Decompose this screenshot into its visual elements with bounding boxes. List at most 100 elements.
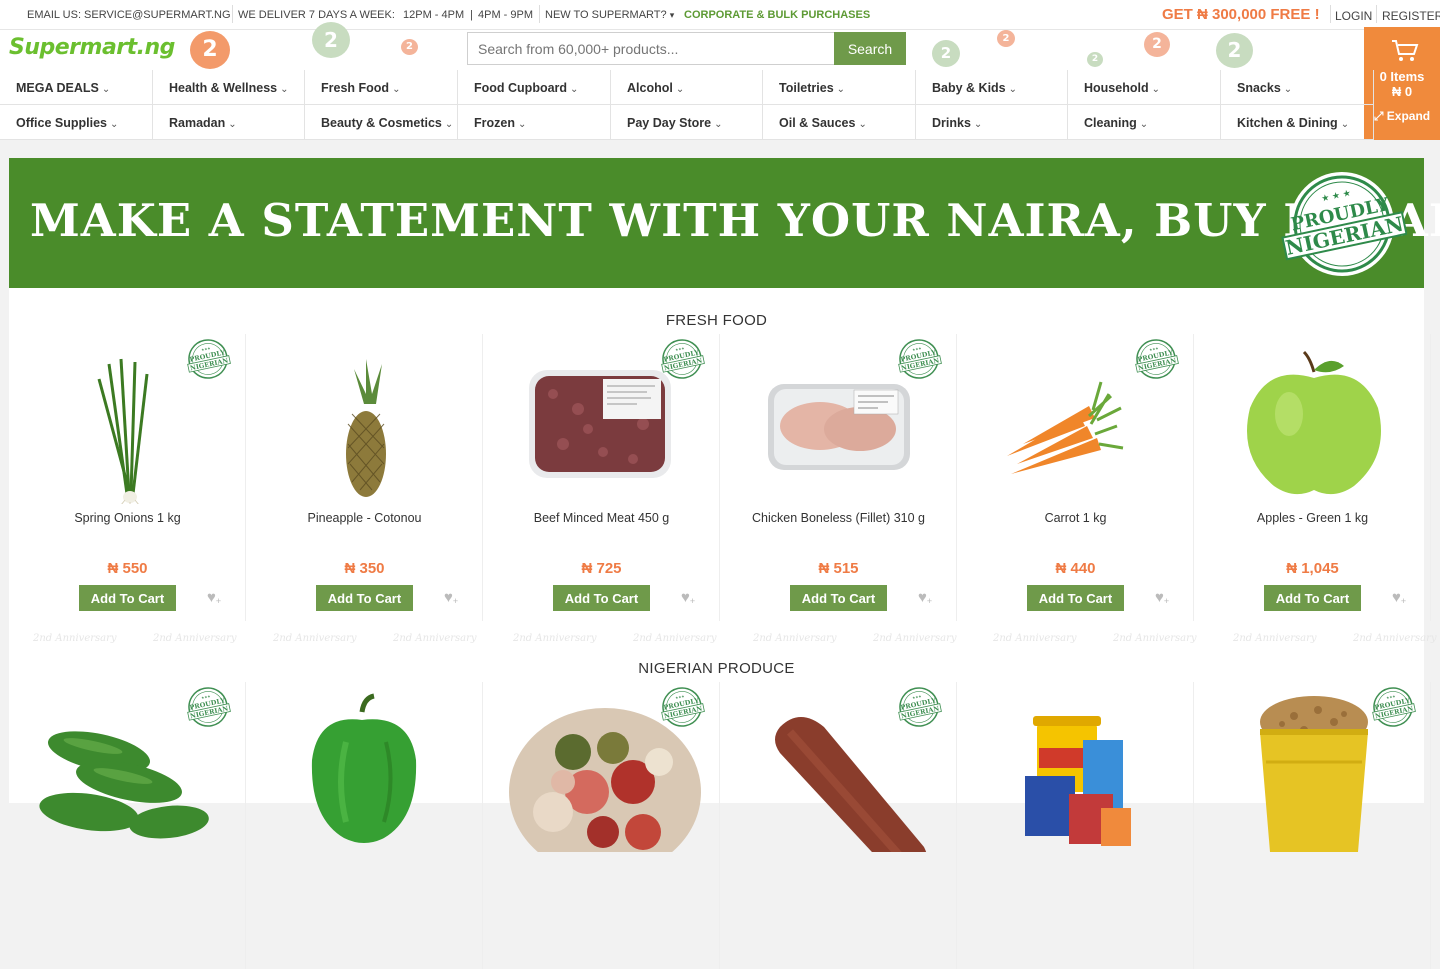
divider: [1330, 5, 1331, 23]
balloon-icon: 2: [190, 31, 230, 69]
nav-item-label: Cleaning: [1084, 116, 1137, 130]
nav-item-health-wellness[interactable]: Health & Wellness ⌄: [153, 70, 305, 105]
product-price: ₦ 440: [1055, 560, 1096, 577]
nav-item-label: Pay Day Store: [627, 116, 712, 130]
chevron-down-icon: ⌄: [392, 84, 401, 95]
heart-icon: ♥: [207, 589, 216, 606]
nav-item-oil-sauces[interactable]: Oil & Sauces ⌄: [763, 105, 916, 140]
product-card[interactable]: ★★★ PROUDLY NIGERIAN Beef Minced Meat 450 g…: [483, 334, 720, 621]
nav-item-beauty-cosmetics[interactable]: Beauty & Cosmetics ⌄: [305, 105, 458, 140]
product-card[interactable]: ★★★ PROUDLY NIGERIAN: [9, 682, 246, 969]
product-card[interactable]: Pineapple - Cotonou ₦ 350 Add To Cart ♥+: [246, 334, 483, 621]
balloon-icon: 2: [1087, 52, 1103, 67]
product-price: ₦ 725: [581, 560, 622, 577]
wishlist-heart-icon[interactable]: ♥+: [918, 589, 938, 606]
add-to-cart-button[interactable]: Add To Cart: [1264, 585, 1361, 611]
chevron-down-icon: ⌄: [101, 84, 111, 95]
wishlist-heart-icon[interactable]: ♥+: [444, 589, 464, 606]
product-card[interactable]: ★★★ PROUDLY NIGERIAN: [483, 682, 720, 969]
product-price: ₦ 1,045: [1286, 560, 1339, 577]
product-card[interactable]: ★★★ PROUDLY NIGERIAN Spring Onions 1 kg ₦ 55…: [9, 334, 246, 621]
add-to-cart-button[interactable]: Add To Cart: [316, 585, 413, 611]
wishlist-heart-icon[interactable]: ♥+: [1155, 589, 1175, 606]
anniversary-watermark: 2nd Anniversary: [153, 633, 237, 644]
product-card[interactable]: [957, 682, 1194, 969]
chevron-down-icon: ⌄: [858, 119, 867, 130]
product-name[interactable]: Beef Minced Meat 450 g: [483, 511, 720, 525]
delivery-slot-2: 4PM - 9PM: [478, 9, 534, 21]
wishlist-heart-icon[interactable]: ♥+: [681, 589, 701, 606]
wishlist-heart-icon[interactable]: ♥+: [207, 589, 227, 606]
product-name[interactable]: Carrot 1 kg: [957, 511, 1194, 525]
wishlist-heart-icon[interactable]: ♥+: [1392, 589, 1412, 606]
proudly-nigerian-badge: ★★★ PROUDLY NIGERIAN: [896, 686, 942, 728]
nav-item-office-supplies[interactable]: Office Supplies ⌄: [0, 105, 153, 140]
product-card[interactable]: [246, 682, 483, 969]
cart-expand-button[interactable]: ⤢ Expand: [1364, 109, 1440, 124]
nav-item-cleaning[interactable]: Cleaning ⌄: [1068, 105, 1221, 140]
nav-item-snacks[interactable]: Snacks ⌄: [1221, 70, 1374, 105]
product-card[interactable]: Apples - Green 1 kg ₦ 1,045 Add To Cart ♥+: [1194, 334, 1431, 621]
chevron-down-icon: ⌄: [973, 119, 983, 130]
new-to-supermart-link[interactable]: NEW TO SUPERMART? ▾: [545, 9, 674, 21]
promo-banner[interactable]: MAKE A STATEMENT WITH YOUR NAIRA, BUY LO…: [9, 158, 1440, 288]
search-button[interactable]: Search: [834, 32, 906, 65]
nav-item-mega-deals[interactable]: MEGA DEALS ⌄: [0, 70, 153, 105]
nav-item-label: Oil & Sauces: [779, 116, 856, 130]
nav-item-ramadan[interactable]: Ramadan ⌄: [153, 105, 305, 140]
anniversary-watermark: 2nd Anniversary: [1353, 633, 1437, 644]
product-image[interactable]: [957, 682, 1194, 852]
product-name[interactable]: Apples - Green 1 kg: [1194, 511, 1431, 525]
heart-icon: ♥: [444, 589, 453, 606]
nav-item-label: Alcohol: [627, 81, 673, 95]
register-link[interactable]: REGISTER: [1382, 9, 1440, 23]
slot-separator: |: [470, 9, 473, 21]
product-card[interactable]: ★★★ PROUDLY NIGERIAN Chicken Boneless (Fill…: [720, 334, 957, 621]
anniversary-watermark: 2nd Anniversary: [33, 633, 117, 644]
nav-item-pay-day-store[interactable]: Pay Day Store ⌄: [611, 105, 763, 140]
add-to-cart-button[interactable]: Add To Cart: [790, 585, 887, 611]
product-image[interactable]: [246, 334, 483, 504]
section-title-nigerian-produce: NIGERIAN PRODUCE: [638, 660, 795, 677]
nav-item-food-cupboard[interactable]: Food Cupboard ⌄: [458, 70, 611, 105]
chevron-down-icon: ⌄: [280, 84, 289, 95]
anniversary-watermark: 2nd Anniversary: [513, 633, 597, 644]
nav-item-baby-kids[interactable]: Baby & Kids ⌄: [916, 70, 1068, 105]
nav-item-label: Snacks: [1237, 81, 1281, 95]
login-link[interactable]: LOGIN: [1335, 9, 1372, 23]
add-to-cart-button[interactable]: Add To Cart: [79, 585, 176, 611]
search-input[interactable]: [467, 32, 835, 65]
corporate-link[interactable]: CORPORATE & BULK PURCHASES: [684, 9, 870, 21]
add-to-cart-button[interactable]: Add To Cart: [1027, 585, 1124, 611]
divider: [1376, 5, 1377, 23]
anniversary-watermark: 2nd Anniversary: [393, 633, 477, 644]
product-card[interactable]: ★★★ PROUDLY NIGERIAN: [1194, 682, 1431, 969]
product-name[interactable]: Chicken Boneless (Fillet) 310 g: [720, 511, 957, 525]
nav-item-frozen[interactable]: Frozen ⌄: [458, 105, 611, 140]
logo[interactable]: Supermart.ng: [9, 35, 175, 60]
chevron-down-icon: ⌄: [1139, 119, 1149, 130]
free-credit-promo[interactable]: GET ₦ 300,000 FREE !: [1162, 6, 1320, 23]
nav-item-kitchen-dining[interactable]: Kitchen & Dining ⌄: [1221, 105, 1374, 140]
nav-item-fresh-food[interactable]: Fresh Food ⌄: [305, 70, 458, 105]
nav-item-drinks[interactable]: Drinks ⌄: [916, 105, 1068, 140]
product-name[interactable]: Spring Onions 1 kg: [9, 511, 246, 525]
proudly-nigerian-badge: ★★★ PROUDLY NIGERIAN: [659, 338, 705, 380]
nav-item-alcohol[interactable]: Alcohol ⌄: [611, 70, 763, 105]
proudly-nigerian-badge: ★★★ PROUDLY NIGERIAN: [659, 686, 705, 728]
cart-widget[interactable]: 0 Items ₦ 0 ⤢ Expand: [1364, 27, 1440, 140]
proudly-nigerian-stamp: ★ ★ ★ PROUDLY NIGERIAN: [1281, 172, 1407, 276]
product-name[interactable]: Pineapple - Cotonou: [246, 511, 483, 525]
nav-item-toiletries[interactable]: Toiletries ⌄: [763, 70, 916, 105]
product-card[interactable]: ★★★ PROUDLY NIGERIAN: [720, 682, 957, 969]
product-image[interactable]: [1194, 334, 1431, 504]
product-price: ₦ 350: [344, 560, 385, 577]
anniversary-watermark: 2nd Anniversary: [1233, 633, 1317, 644]
nav-item-household[interactable]: Household ⌄: [1068, 70, 1221, 105]
product-card[interactable]: ★★★ PROUDLY NIGERIAN Carrot 1 kg ₦ 440 Add To…: [957, 334, 1194, 621]
heart-icon: ♥: [918, 589, 927, 606]
add-to-cart-button[interactable]: Add To Cart: [553, 585, 650, 611]
product-image[interactable]: [246, 682, 483, 852]
balloon-icon: 2: [1216, 33, 1253, 68]
nav-item-label: Kitchen & Dining: [1237, 116, 1338, 130]
